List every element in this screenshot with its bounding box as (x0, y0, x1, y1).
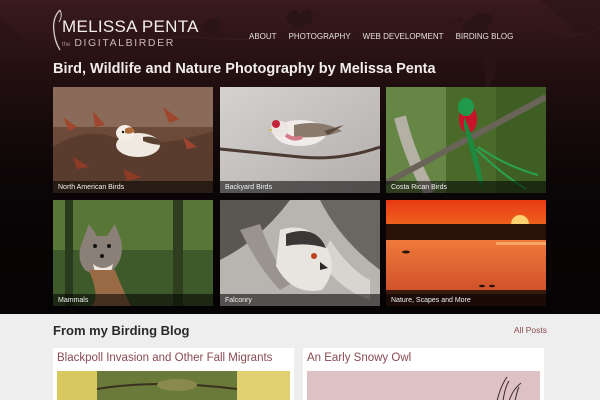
gallery-caption: Costa Rican Birds (391, 184, 448, 191)
blog-post-card[interactable]: An Early Snowy Owl (303, 348, 544, 400)
gallery-caption: Mammals (58, 297, 89, 304)
sunset-photo (386, 200, 546, 306)
blog-post-image[interactable] (307, 371, 540, 400)
blog-post-title[interactable]: An Early Snowy Owl (307, 352, 411, 364)
nav-item-photography[interactable]: PHOTOGRAPHY (289, 32, 351, 41)
gallery-tile-north-american-birds[interactable]: North American Birds (53, 87, 213, 193)
snow-bunting-photo (53, 87, 213, 193)
nav-item-web-development[interactable]: WEB DEVELOPMENT (363, 32, 444, 41)
logo-tagline-text: DIGITALBIRDER (74, 37, 175, 49)
gallery-caption: Backyard Birds (225, 184, 273, 191)
blog-post-title[interactable]: Blackpoll Invasion and Other Fall Migran… (57, 352, 272, 364)
page-headline: Bird, Wildlife and Nature Photography by… (53, 61, 436, 77)
hawk-photo (220, 200, 380, 306)
all-posts-link[interactable]: All Posts (514, 325, 547, 335)
blog-section-title: From my Birding Blog (53, 323, 190, 338)
logo-tagline: the DIGITALBIRDER (62, 37, 175, 49)
blog-post-card[interactable]: Blackpoll Invasion and Other Fall Migran… (53, 348, 294, 400)
logo-name: MELISSA PENTA (62, 17, 199, 36)
fox-photo (53, 200, 213, 306)
gallery-tile-mammals[interactable]: Mammals (53, 200, 213, 306)
logo-tagline-prefix: the (62, 42, 71, 48)
main-nav: ABOUT PHOTOGRAPHY WEB DEVELOPMENT BIRDIN… (249, 32, 525, 41)
header-hero: MELISSA PENTA the DIGITALBIRDER ABOUT PHO… (0, 0, 600, 314)
blog-post-image[interactable] (57, 371, 290, 400)
gallery-tile-costa-rican-birds[interactable]: Costa Rican Birds (386, 87, 546, 193)
site-logo[interactable]: MELISSA PENTA the DIGITALBIRDER (50, 8, 198, 52)
blog-section: From my Birding Blog All Posts Blackpoll… (0, 314, 600, 400)
blackpoll-photo (57, 371, 290, 400)
gallery-tile-backyard-birds[interactable]: Backyard Birds (220, 87, 380, 193)
redpoll-photo (220, 87, 380, 193)
gallery-caption: North American Birds (58, 184, 125, 191)
gallery-tile-falconry[interactable]: Falconry (220, 200, 380, 306)
gallery-caption: Nature, Scapes and More (391, 297, 471, 304)
gallery-caption: Falconry (225, 297, 252, 304)
nav-item-birding-blog[interactable]: BIRDING BLOG (456, 32, 514, 41)
gallery-tile-nature-scapes[interactable]: Nature, Scapes and More (386, 200, 546, 306)
nav-item-about[interactable]: ABOUT (249, 32, 277, 41)
quetzal-photo (386, 87, 546, 193)
snowy-owl-photo (307, 371, 540, 400)
